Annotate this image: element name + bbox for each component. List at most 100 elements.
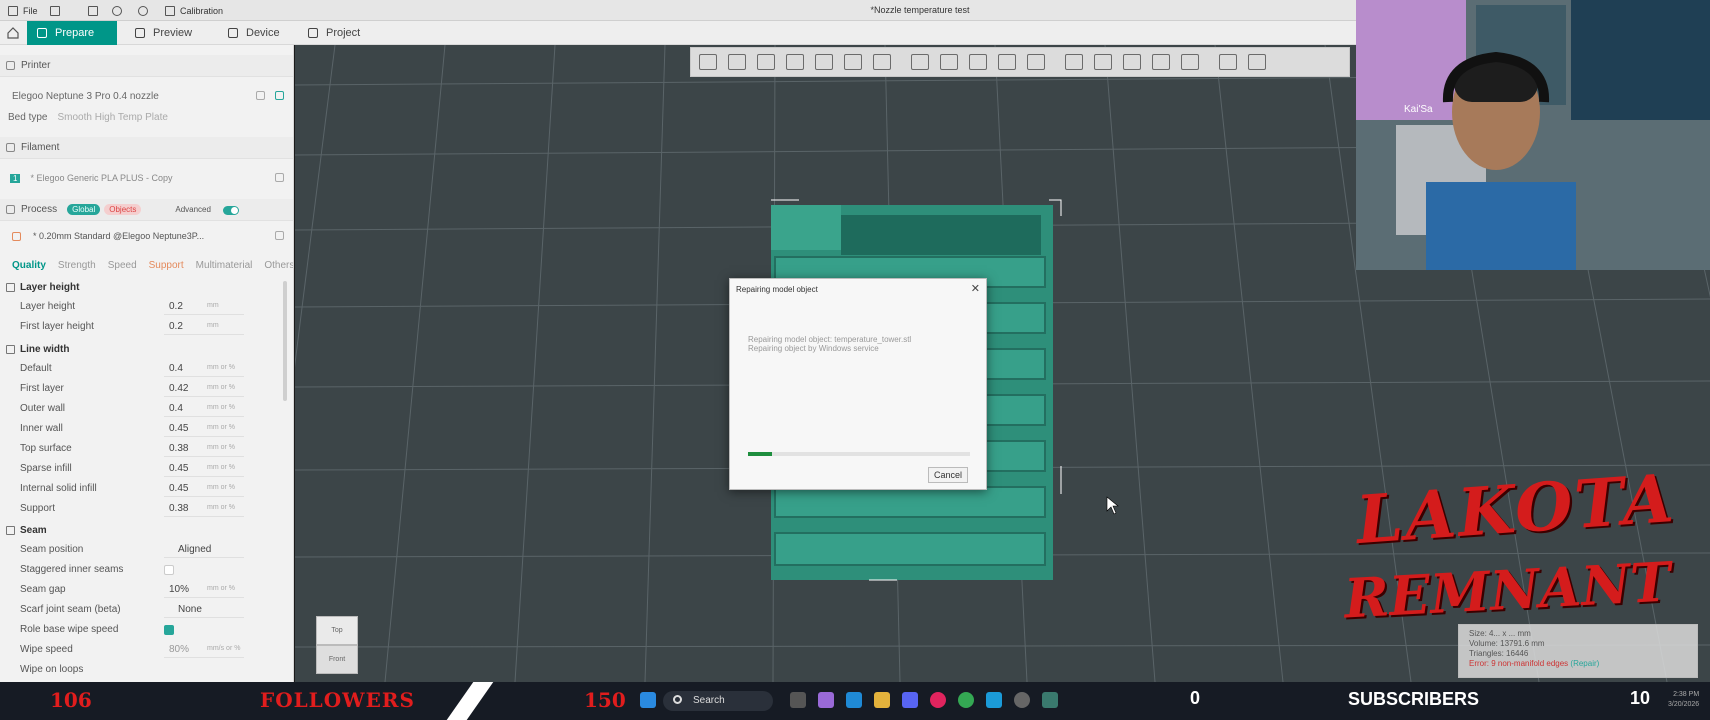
subtab-others[interactable]: Others [264, 260, 293, 271]
menu-icon [50, 6, 60, 16]
split-parts-tool[interactable] [844, 54, 862, 70]
tab-preview[interactable]: Preview [125, 21, 210, 45]
param-unit: mm or % [207, 424, 235, 431]
streamer-image [1426, 51, 1576, 270]
cut-tool[interactable] [1027, 54, 1045, 70]
layer-height-input[interactable]: 0.2 [164, 298, 244, 315]
param-row: Seam position Aligned [0, 540, 293, 560]
file-explorer-icon[interactable] [874, 692, 890, 708]
view-navigation-cube[interactable]: Top Front [316, 616, 358, 674]
task-view-icon[interactable] [790, 692, 806, 708]
tab-prepare-label: Prepare [55, 27, 95, 39]
scarf-seam-select[interactable]: None [164, 601, 244, 618]
tab-project[interactable]: Project [298, 21, 383, 45]
param-row: Top surface 0.38 mm or % [0, 439, 293, 459]
staggered-seams-checkbox[interactable] [164, 565, 174, 575]
tab-device[interactable]: Device [218, 21, 303, 45]
subtab-multimaterial[interactable]: Multimaterial [196, 260, 253, 271]
followers-goal: 150 [584, 688, 626, 712]
view-fit-tool[interactable] [1219, 54, 1237, 70]
seam-paint-tool[interactable] [1094, 54, 1112, 70]
split-objects-tool[interactable] [815, 54, 833, 70]
undo-button[interactable] [112, 4, 127, 18]
seam-position-select[interactable]: Aligned [164, 541, 244, 558]
copilot-icon[interactable] [818, 692, 834, 708]
param-row: Sparse infill 0.45 mm or % [0, 459, 293, 479]
fuzzy-skin-tool[interactable] [1123, 54, 1141, 70]
close-icon[interactable]: ✕ [971, 282, 980, 295]
add-object-tool[interactable] [699, 54, 717, 70]
param-row: Wipe speed 80% mm/s or % [0, 640, 293, 660]
arrange-tool[interactable] [786, 54, 804, 70]
layers-tool[interactable] [873, 54, 891, 70]
wifi-icon[interactable] [275, 91, 284, 100]
view-mode-tool[interactable] [1248, 54, 1266, 70]
obs-icon[interactable] [1014, 692, 1030, 708]
rotate-tool[interactable] [940, 54, 958, 70]
edit-printer-icon[interactable] [256, 91, 265, 100]
filament-icon [6, 143, 15, 152]
filament-select[interactable]: 1 * Elegoo Generic PLA PLUS - Copy [0, 168, 293, 188]
global-pill[interactable]: Global [67, 204, 101, 215]
param-label: Seam gap [20, 584, 66, 595]
printer-section-header[interactable]: Printer [0, 55, 293, 77]
system-clock[interactable]: 2:38 PM 3/20/2026 [1668, 690, 1699, 710]
cancel-button[interactable]: Cancel [928, 467, 968, 483]
subtab-support[interactable]: Support [149, 260, 184, 271]
subtab-strength[interactable]: Strength [58, 260, 96, 271]
move-tool[interactable] [911, 54, 929, 70]
process-preset-select[interactable]: * 0.20mm Standard @Elegoo Neptune3P... [0, 226, 293, 246]
file-icon [8, 6, 18, 16]
redo-button[interactable] [138, 4, 153, 18]
first-layer-height-input[interactable]: 0.2 [164, 318, 244, 335]
menu-button[interactable] [50, 4, 65, 18]
save-button[interactable] [88, 4, 103, 18]
calibration-menu[interactable]: Calibration [165, 4, 223, 18]
objects-pill[interactable]: Objects [104, 204, 142, 215]
subtab-speed[interactable]: Speed [108, 260, 137, 271]
viewport-toolbar [690, 47, 1350, 77]
clock-date: 3/20/2026 [1668, 701, 1700, 708]
preset-icon [12, 231, 21, 241]
settings-scrollbar[interactable] [283, 281, 287, 401]
lay-on-face-tool[interactable] [998, 54, 1016, 70]
file-menu[interactable]: File [8, 4, 38, 18]
opera-icon[interactable] [930, 692, 946, 708]
search-settings-icon[interactable] [275, 231, 284, 240]
param-row: Layer height 0.2 mm [0, 297, 293, 317]
taskbar-search[interactable]: Search [663, 691, 773, 711]
printer-select[interactable]: Elegoo Neptune 3 Pro 0.4 nozzle [0, 86, 293, 106]
text-tool[interactable] [1152, 54, 1170, 70]
support-paint-tool[interactable] [1065, 54, 1083, 70]
scale-tool[interactable] [969, 54, 987, 70]
chrome-icon[interactable] [958, 692, 974, 708]
bed-type-row: Bed type Smooth High Temp Plate [0, 107, 293, 127]
home-icon[interactable] [6, 26, 20, 40]
grid-tool[interactable] [728, 54, 746, 70]
followers-count: 106 [50, 688, 92, 712]
repair-link[interactable]: (Repair) [1570, 659, 1599, 668]
measure-tool[interactable] [1181, 54, 1199, 70]
printer-icon [6, 61, 15, 70]
tab-prepare[interactable]: Prepare [27, 21, 117, 45]
role-wipe-speed-checkbox[interactable] [164, 625, 174, 635]
widgets-icon[interactable] [640, 692, 656, 708]
param-label: Internal solid infill [20, 483, 97, 494]
bed-type-select[interactable]: Smooth High Temp Plate [57, 112, 167, 123]
nav-cube-front[interactable]: Front [316, 645, 358, 674]
param-row: Wipe on loops [0, 660, 293, 680]
advanced-toggle[interactable] [223, 206, 239, 215]
subtab-quality[interactable]: Quality [12, 260, 46, 271]
param-row: First layer height 0.2 mm [0, 317, 293, 337]
bed-type-label: Bed type [8, 111, 48, 123]
edit-filament-icon[interactable] [275, 173, 284, 182]
discord-icon[interactable] [902, 692, 918, 708]
nav-cube-top[interactable]: Top [316, 616, 358, 645]
poster-image [1571, 0, 1710, 120]
slicer-app-icon[interactable] [986, 692, 1002, 708]
orca-slicer-icon[interactable] [1042, 692, 1058, 708]
edge-icon[interactable] [846, 692, 862, 708]
process-preset: * 0.20mm Standard @Elegoo Neptune3P... [33, 231, 205, 241]
orient-tool[interactable] [757, 54, 775, 70]
filament-section-header[interactable]: Filament [0, 137, 293, 159]
